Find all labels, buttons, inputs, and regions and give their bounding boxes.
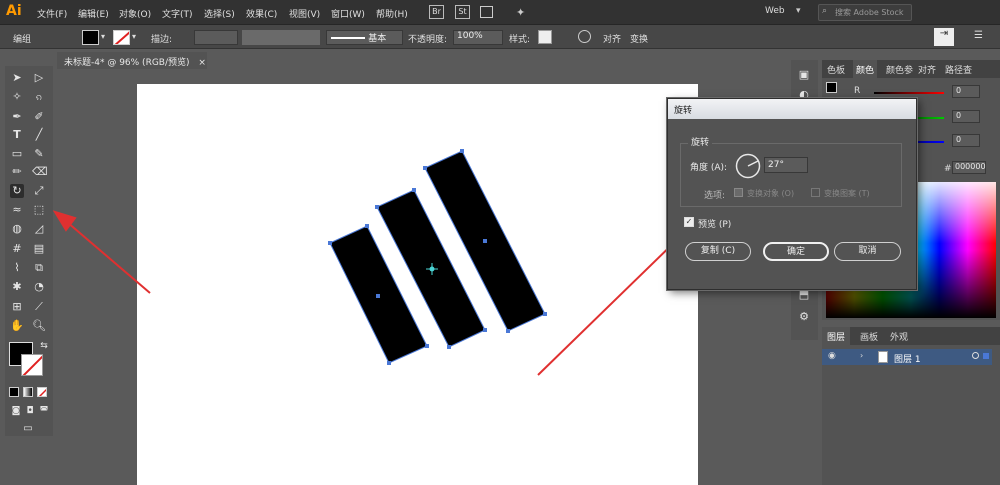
- tab-align[interactable]: 对齐: [918, 63, 936, 76]
- channel-g-input[interactable]: 0: [952, 110, 980, 123]
- channel-r-input[interactable]: 0: [952, 85, 980, 98]
- transform-patterns-checkbox[interactable]: [811, 188, 820, 197]
- target-circle-icon[interactable]: [972, 352, 979, 359]
- tab-pathfinder[interactable]: 路径查: [945, 63, 972, 76]
- angle-input[interactable]: 27°: [764, 157, 808, 173]
- cancel-button[interactable]: 取消: [834, 242, 901, 261]
- fill-color-box[interactable]: [826, 82, 837, 93]
- preview-checkbox[interactable]: ✓: [684, 217, 694, 227]
- tab-appearance[interactable]: 外观: [890, 330, 908, 343]
- transform-objects-label: 变换对象 (O): [747, 189, 795, 198]
- tab-color-guide[interactable]: 颜色参: [886, 63, 913, 76]
- options-label: 选项:: [704, 191, 726, 201]
- preview-label: 预览 (P): [698, 220, 732, 230]
- tab-layers[interactable]: 图层: [822, 327, 851, 347]
- layer-row[interactable]: ◉ › 图层 1: [822, 349, 992, 365]
- eye-icon[interactable]: ◉: [828, 351, 836, 361]
- chevron-right-icon[interactable]: ›: [860, 351, 863, 360]
- angle-dial-icon[interactable]: [735, 153, 761, 179]
- symbols-icon[interactable]: ⬒: [797, 288, 811, 302]
- channel-b-input[interactable]: 0: [952, 134, 980, 147]
- tab-swatches[interactable]: 色板: [827, 63, 845, 76]
- layers-panel: 图层 画板 外观 ◉ › 图层 1: [822, 327, 1000, 485]
- channel-r-label: R: [854, 86, 861, 96]
- transform-objects-checkbox[interactable]: [734, 188, 743, 197]
- copy-button[interactable]: 复制 (C): [685, 242, 751, 261]
- layer-thumbnail: [878, 351, 888, 363]
- ok-button[interactable]: 确定: [763, 242, 829, 261]
- section-heading: 旋转: [688, 135, 713, 148]
- selection-indicator[interactable]: [983, 353, 989, 359]
- slider-r[interactable]: [874, 92, 944, 94]
- settings-gear-icon[interactable]: ⚙: [797, 310, 811, 324]
- dialog-title: 旋转: [668, 99, 916, 119]
- angle-label: 角度 (A):: [690, 163, 728, 173]
- image-trace-icon[interactable]: ▣: [797, 68, 811, 82]
- transform-patterns-label: 变换图案 (T): [824, 189, 870, 198]
- hex-input[interactable]: 000000: [952, 161, 986, 174]
- rotate-dialog: 旋转 旋转 角度 (A): 27° 选项: 变换对象 (O) 变换图案 (T) …: [667, 98, 917, 290]
- layer-name: 图层 1: [894, 355, 921, 365]
- tab-color[interactable]: 颜色: [853, 60, 878, 80]
- hex-prefix: #: [944, 164, 952, 174]
- tab-artboards[interactable]: 画板: [860, 330, 878, 343]
